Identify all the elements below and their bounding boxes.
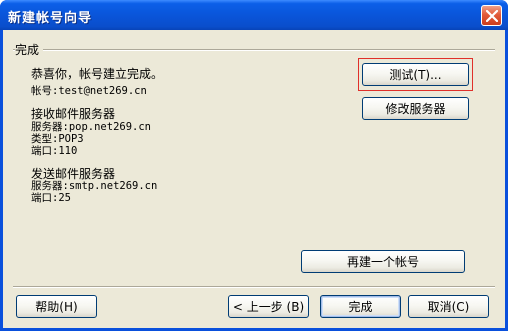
bottom-divider [13, 286, 495, 288]
window-title: 新建帐号向导 [8, 11, 93, 26]
incoming-server: 服务器:pop.net269.cn [31, 121, 152, 133]
cancel-button[interactable]: 取消(C) [408, 295, 489, 318]
outgoing-port: 端口:25 [31, 192, 71, 204]
dialog-body: 完成 恭喜你，帐号建立完成。 帐号:test@net269.cn 接收邮件服务器… [3, 30, 505, 328]
test-button[interactable]: 测试(T)... [362, 63, 469, 86]
incoming-type: 类型:POP3 [31, 133, 84, 145]
close-icon [486, 10, 498, 22]
help-button[interactable]: 帮助(H) [16, 295, 97, 318]
title-bar[interactable]: 新建帐号向导 [0, 0, 508, 30]
outgoing-heading: 发送邮件服务器 [31, 167, 116, 181]
congrats-text: 恭喜你，帐号建立完成。 [31, 67, 164, 81]
incoming-heading: 接收邮件服务器 [31, 107, 116, 121]
modify-server-button[interactable]: 修改服务器 [362, 97, 469, 120]
outgoing-server: 服务器:smtp.net269.cn [31, 180, 158, 192]
group-label: 完成 [15, 41, 44, 58]
wizard-window: 新建帐号向导 完成 恭喜你，帐号建立完成。 帐号:test@net269.cn … [0, 0, 508, 331]
close-button[interactable] [481, 5, 502, 26]
incoming-port: 端口:110 [31, 145, 78, 157]
account-text: 帐号:test@net269.cn [31, 85, 147, 97]
group-divider [13, 49, 495, 51]
finish-button[interactable]: 完成 [320, 295, 401, 318]
back-button[interactable]: < 上一步 (B) [228, 295, 309, 318]
create-another-account-button[interactable]: 再建一个帐号 [301, 250, 465, 273]
